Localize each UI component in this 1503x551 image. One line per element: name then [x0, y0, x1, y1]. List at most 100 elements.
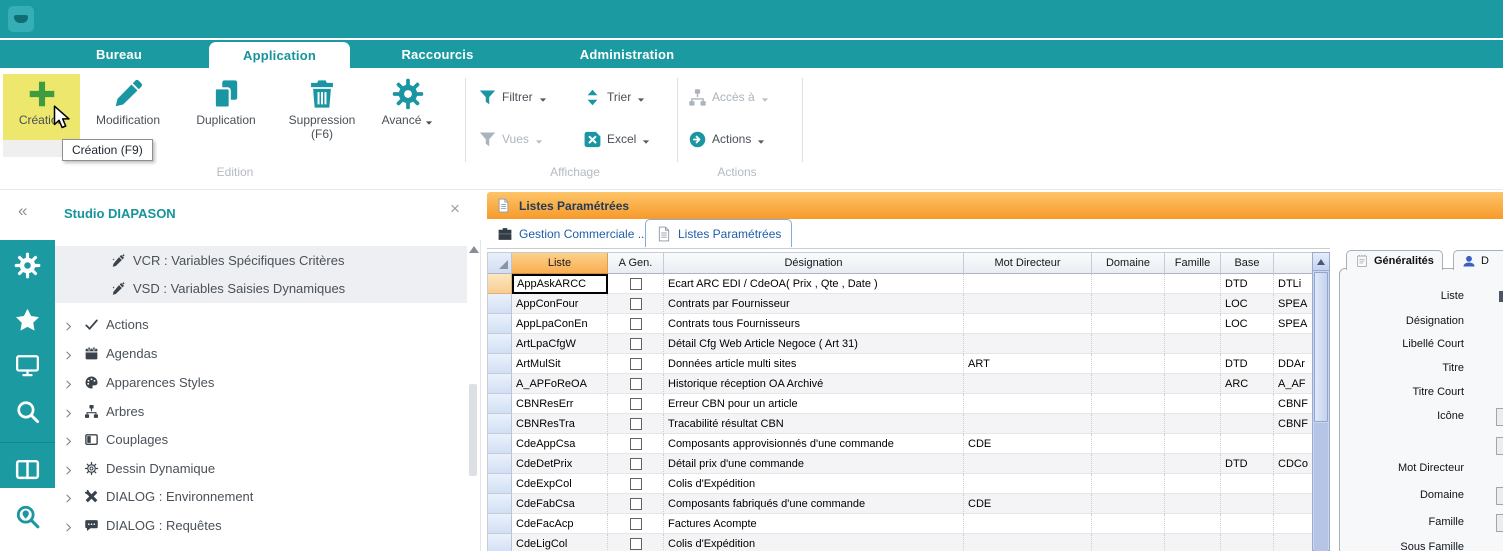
sidebar-collapse-icon[interactable]: « — [18, 202, 27, 219]
cell-domaine[interactable] — [1092, 334, 1165, 354]
cell-liste[interactable]: AppConFour — [512, 294, 608, 314]
cell-a-gen[interactable] — [608, 314, 664, 334]
cell-designation[interactable]: Composants fabriqués d'une commande — [664, 494, 964, 514]
chevron-right-icon[interactable] — [63, 491, 74, 502]
cell-mot-directeur[interactable] — [964, 514, 1092, 534]
cell-mot-directeur[interactable] — [964, 414, 1092, 434]
field-input[interactable] — [1496, 487, 1503, 505]
cell-mot-directeur[interactable] — [964, 474, 1092, 494]
grid-scrollbar-thumb[interactable] — [1314, 272, 1328, 422]
cell-designation[interactable]: Historique réception OA Archivé — [664, 374, 964, 394]
cell-mot-directeur[interactable]: ART — [964, 354, 1092, 374]
cell-famille[interactable] — [1165, 394, 1221, 414]
grid-scrollbar[interactable] — [1312, 252, 1330, 551]
field-input[interactable] — [1496, 514, 1503, 532]
chevron-right-icon[interactable] — [63, 319, 74, 330]
cell-designation[interactable]: Données article multi sites — [664, 354, 964, 374]
row-selector[interactable] — [488, 334, 512, 354]
chevron-right-icon[interactable] — [63, 434, 74, 445]
ribbon-tab-application[interactable]: Application — [209, 42, 350, 68]
tree-item-agendas[interactable]: Agendas — [55, 339, 465, 368]
cell-famille[interactable] — [1165, 414, 1221, 434]
chevron-right-icon[interactable] — [63, 520, 74, 531]
row-selector[interactable] — [488, 434, 512, 454]
cell-domaine[interactable] — [1092, 414, 1165, 434]
cell-designation[interactable]: Erreur CBN pour un article — [664, 394, 964, 414]
row-selector[interactable] — [488, 374, 512, 394]
row-selector[interactable] — [488, 454, 512, 474]
cell-mot-directeur[interactable] — [964, 534, 1092, 551]
cell-a-gen[interactable] — [608, 474, 664, 494]
column-header-mot-directeur[interactable]: Mot Directeur — [964, 253, 1092, 274]
ribbon-button-filtrer[interactable]: Filtrer — [478, 82, 548, 112]
cell-famille[interactable] — [1165, 374, 1221, 394]
cell-a-gen[interactable] — [608, 334, 664, 354]
cell-mot-directeur[interactable] — [964, 274, 1092, 294]
ribbon-button-vues[interactable]: Vues — [478, 124, 544, 154]
field-input[interactable] — [1499, 291, 1503, 302]
cell-extra[interactable]: CBNF — [1274, 414, 1313, 434]
search-location-icon[interactable] — [14, 503, 41, 530]
cell-domaine[interactable] — [1092, 434, 1165, 454]
cell-extra[interactable] — [1274, 434, 1313, 454]
cell-liste[interactable]: ArtMulSit — [512, 354, 608, 374]
row-selector[interactable] — [488, 394, 512, 414]
cell-famille[interactable] — [1165, 334, 1221, 354]
ribbon-button-avanc[interactable]: Avancé — [370, 74, 446, 127]
ribbon-button-trier[interactable]: Trier — [583, 82, 646, 112]
cell-designation[interactable]: Tracabilité résultat CBN — [664, 414, 964, 434]
checkbox[interactable] — [630, 498, 642, 510]
cell-a-gen[interactable] — [608, 514, 664, 534]
column-header-domaine[interactable]: Domaine — [1092, 253, 1165, 274]
ribbon-button-modification[interactable]: Modification — [80, 74, 176, 127]
cell-famille[interactable] — [1165, 454, 1221, 474]
cell-base[interactable] — [1221, 494, 1274, 514]
cell-domaine[interactable] — [1092, 534, 1165, 551]
field-input[interactable] — [1496, 437, 1503, 455]
cell-famille[interactable] — [1165, 494, 1221, 514]
tree-item-actions[interactable]: Actions — [55, 310, 465, 339]
checkbox[interactable] — [630, 418, 642, 430]
cell-base[interactable]: DTD — [1221, 354, 1274, 374]
ribbon-button-actions[interactable]: Actions — [688, 124, 766, 154]
cell-domaine[interactable] — [1092, 354, 1165, 374]
cell-extra[interactable]: A_AF — [1274, 374, 1313, 394]
split-view-icon[interactable] — [14, 456, 41, 483]
cell-mot-directeur[interactable] — [964, 394, 1092, 414]
tree-scrollbar-thumb[interactable] — [469, 384, 477, 476]
cell-designation[interactable]: Contrats tous Fournisseurs — [664, 314, 964, 334]
cell-liste[interactable]: CdeLigCol — [512, 534, 608, 551]
cell-domaine[interactable] — [1092, 374, 1165, 394]
document-tab-gestion-commerciale[interactable]: Gestion Commerciale ... — [487, 221, 658, 247]
cell-extra[interactable] — [1274, 474, 1313, 494]
cell-domaine[interactable] — [1092, 454, 1165, 474]
cell-extra[interactable] — [1274, 514, 1313, 534]
cell-base[interactable] — [1221, 394, 1274, 414]
cell-domaine[interactable] — [1092, 274, 1165, 294]
cell-liste[interactable]: ArtLpaCfgW — [512, 334, 608, 354]
detail-tab-d[interactable]: D — [1453, 250, 1503, 270]
cell-famille[interactable] — [1165, 514, 1221, 534]
chevron-right-icon[interactable] — [63, 377, 74, 388]
cell-famille[interactable] — [1165, 534, 1221, 551]
cell-base[interactable]: DTD — [1221, 274, 1274, 294]
cell-domaine[interactable] — [1092, 294, 1165, 314]
column-header-famille[interactable]: Famille — [1165, 253, 1221, 274]
detail-tab-generalites[interactable]: Généralités — [1346, 250, 1443, 270]
settings-icon[interactable] — [14, 252, 41, 279]
row-selector[interactable] — [488, 474, 512, 494]
cell-base[interactable] — [1221, 534, 1274, 551]
cell-extra[interactable] — [1274, 494, 1313, 514]
row-selector[interactable] — [488, 314, 512, 334]
tree-item-dialog-environnement[interactable]: DIALOG : Environnement — [55, 482, 465, 511]
row-selector[interactable] — [488, 294, 512, 314]
checkbox[interactable] — [630, 298, 642, 310]
cell-base[interactable]: LOC — [1221, 314, 1274, 334]
cell-designation[interactable]: Colis d'Expédition — [664, 474, 964, 494]
tree-item-vsd-variables-saisies-dynamiques[interactable]: VSD : Variables Saisies Dynamiques — [55, 274, 465, 303]
cell-extra[interactable]: DTLi — [1274, 274, 1313, 294]
cell-liste[interactable]: CdeFacAcp — [512, 514, 608, 534]
ribbon-tab-bureau[interactable]: Bureau — [60, 40, 178, 68]
cell-mot-directeur[interactable] — [964, 334, 1092, 354]
row-selector[interactable] — [488, 494, 512, 514]
